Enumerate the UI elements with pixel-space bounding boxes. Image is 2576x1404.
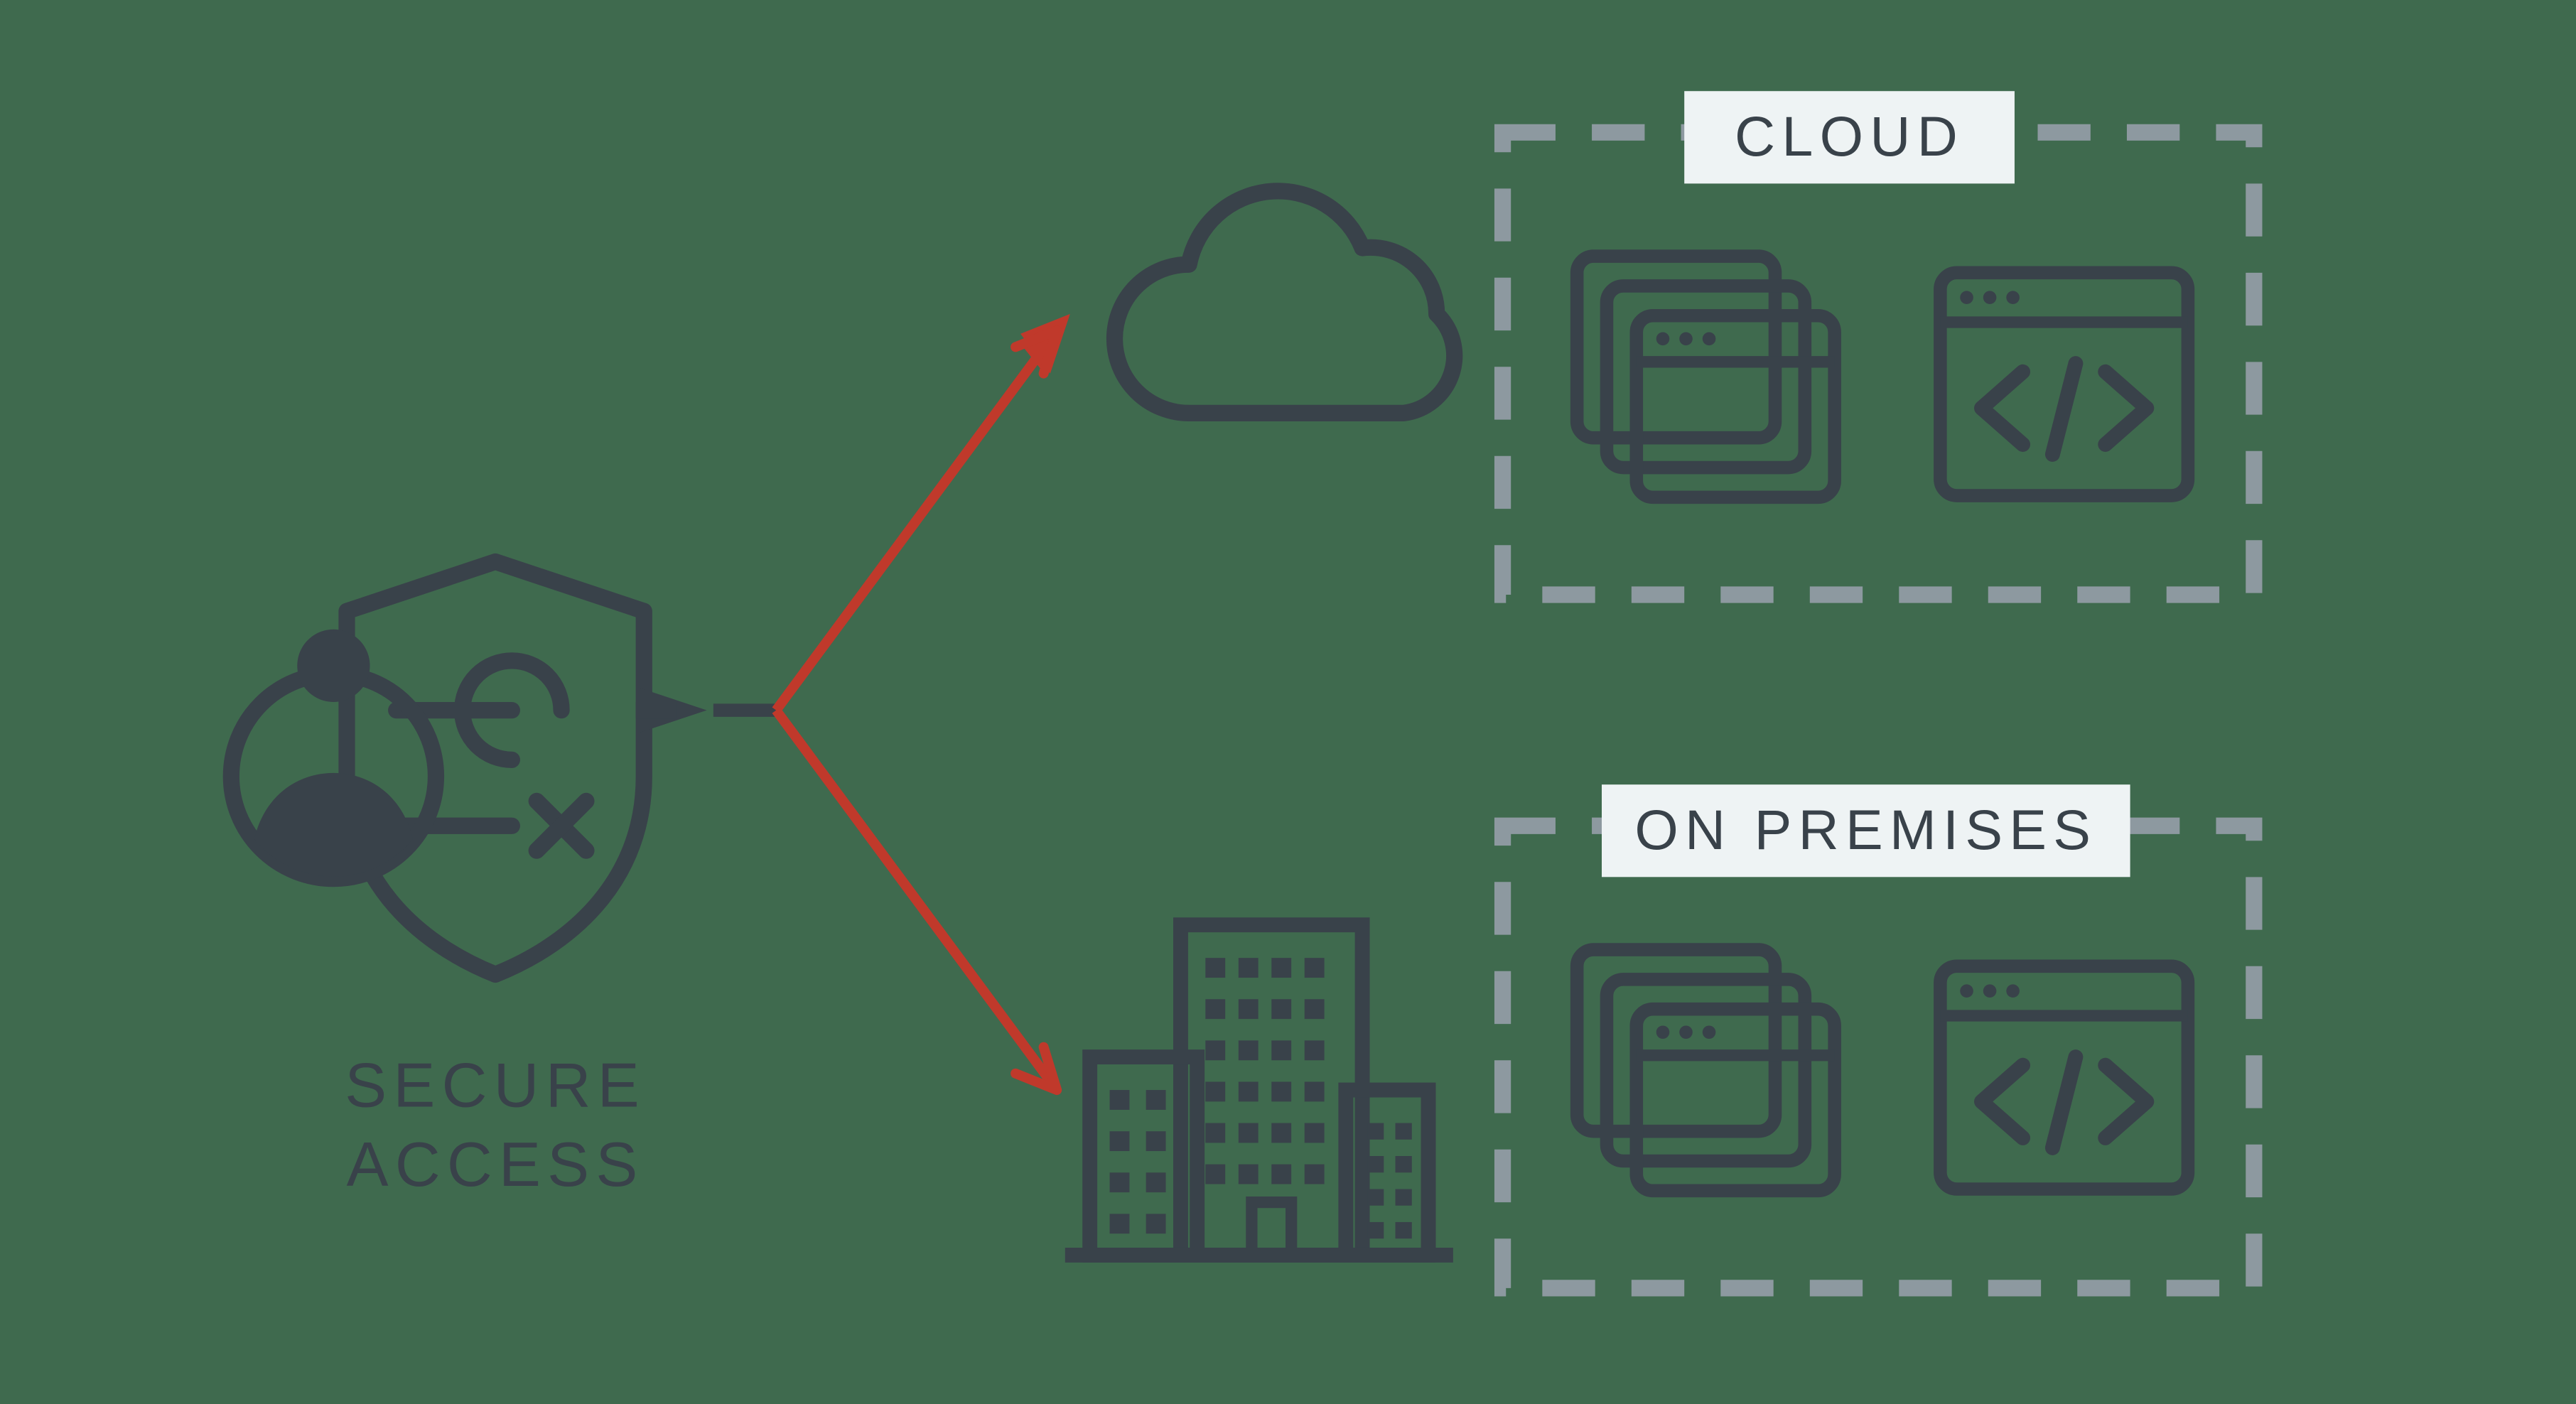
code-window-icon [1940,273,2188,496]
shield-icon [347,561,707,974]
secure-access-source [231,561,706,974]
secure-access-diagram: SECURE ACCESS [0,0,2576,1404]
onprem-box-label: ON PREMISES [1634,798,2097,861]
building-icon [1065,925,1453,1256]
windows-stack-icon [1577,950,1835,1191]
code-window-icon [1940,966,2188,1189]
source-caption-line1: SECURE [345,1049,646,1120]
cloud-box-label: CLOUD [1735,104,1964,168]
user-avatar-icon [231,630,436,879]
cloud-target-box: CLOUD [1503,91,2254,595]
onprem-target-box: ON PREMISES [1503,784,2254,1288]
source-caption-line2: ACCESS [347,1129,645,1199]
arrow-to-onprem [776,711,1057,1090]
arrow-to-cloud [776,314,1070,711]
windows-stack-icon [1577,256,1835,497]
cloud-icon [1115,191,1455,413]
